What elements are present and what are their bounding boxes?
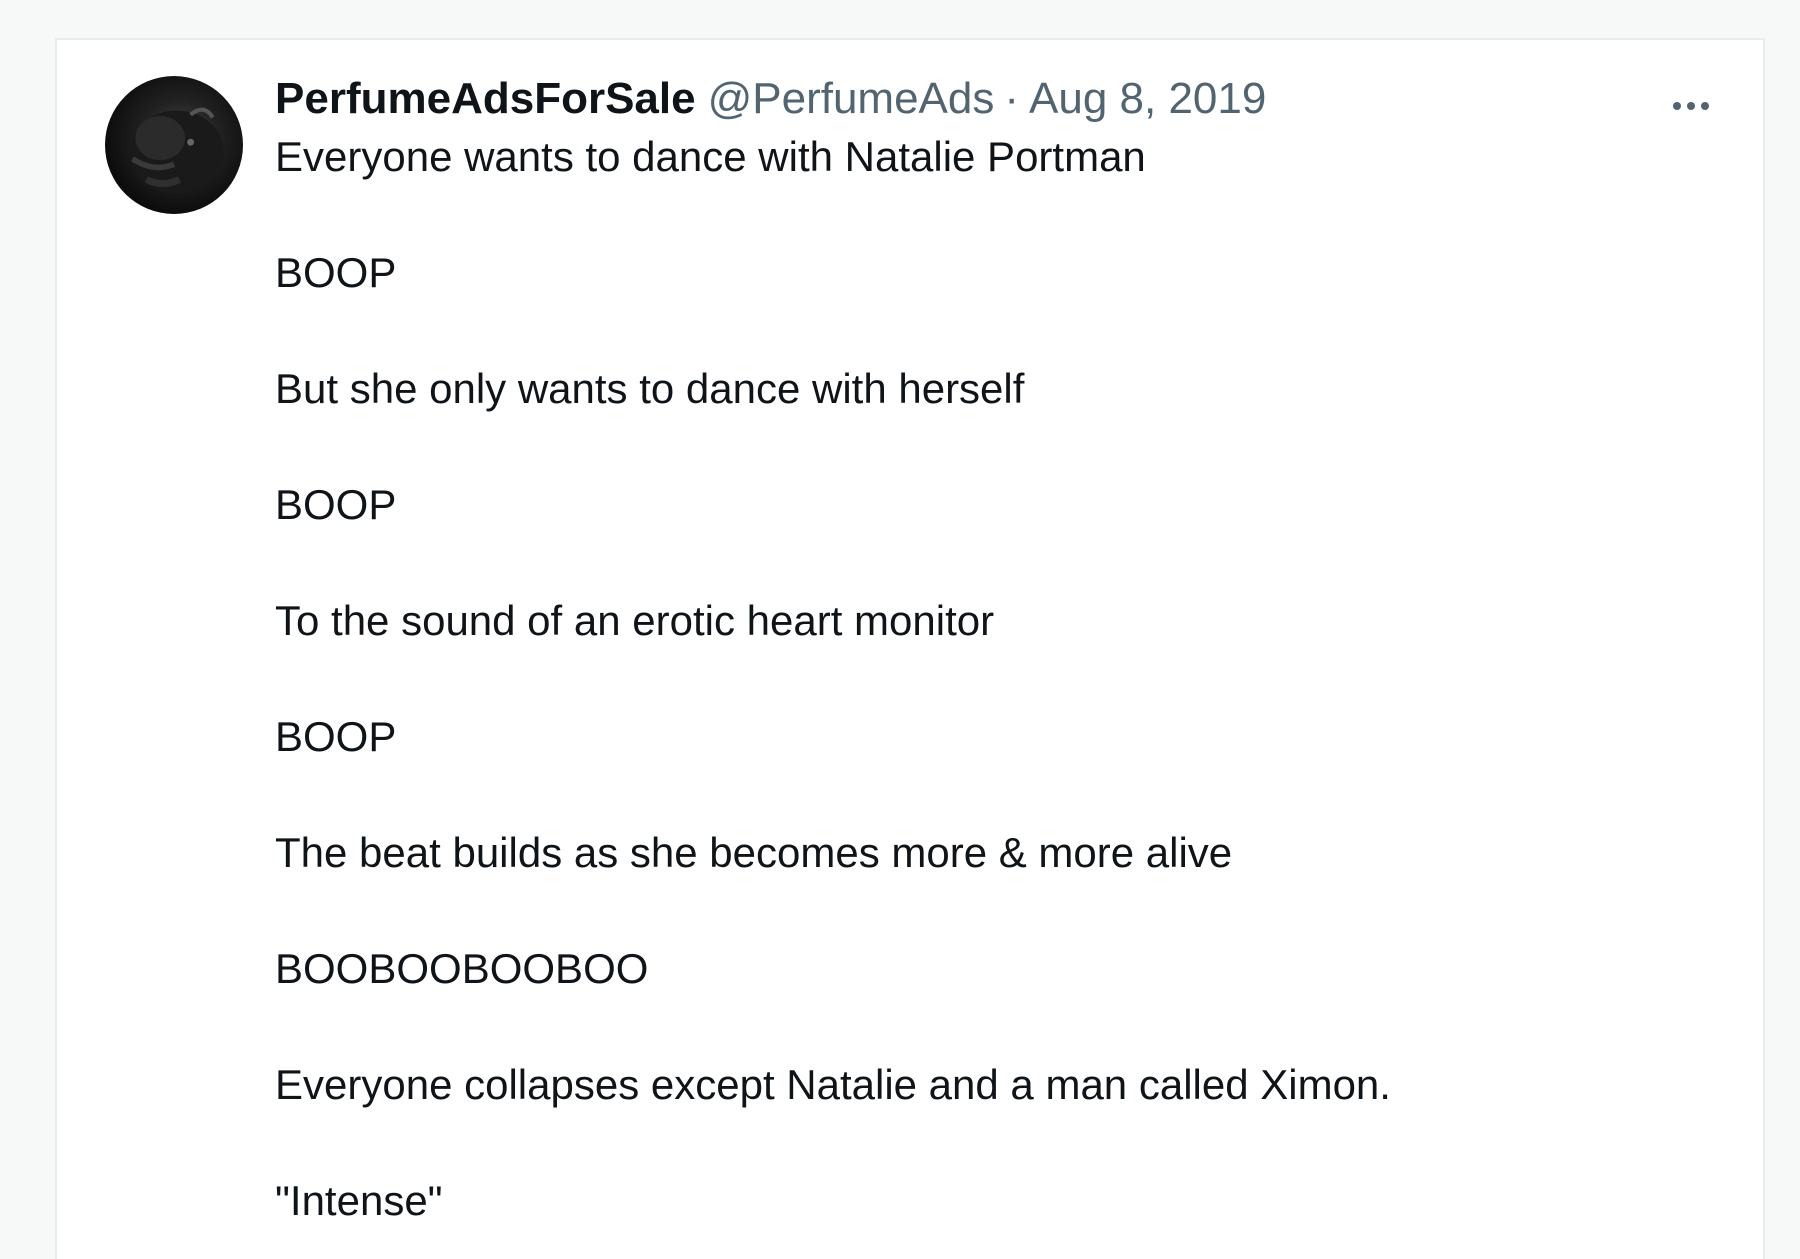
tweet-line: BOOP: [275, 249, 397, 296]
tweet-line: BOOP: [275, 481, 397, 528]
more-horizontal-icon: [1673, 102, 1681, 110]
tweet-line: To the sound of an erotic heart monitor: [275, 597, 995, 644]
tweet-line: BOOP: [275, 713, 397, 760]
tweet-line: Everyone wants to dance with Natalie Por…: [275, 133, 1146, 180]
tweet-line: But she only wants to dance with herself: [275, 365, 1025, 412]
tweet-line: BOOBOOBOOBOO: [275, 945, 649, 992]
bison-icon: [129, 107, 224, 194]
tweet-line: Everyone collapses except Natalie and a …: [275, 1061, 1391, 1108]
tweet-line: The beat builds as she becomes more & mo…: [275, 829, 1233, 876]
display-name[interactable]: PerfumeAdsForSale: [275, 70, 696, 128]
tweet-card[interactable]: PerfumeAdsForSale @PerfumeAds · Aug 8, 2…: [55, 38, 1765, 1259]
avatar[interactable]: [105, 76, 243, 214]
header-separator: ·: [1004, 74, 1020, 123]
tweet-text: Everyone wants to dance with Natalie Por…: [275, 128, 1675, 1230]
page: PerfumeAdsForSale @PerfumeAds · Aug 8, 2…: [0, 0, 1800, 1259]
user-handle[interactable]: @PerfumeAds: [708, 70, 995, 128]
tweet-line: "Intense": [275, 1177, 443, 1224]
more-horizontal-icon: [1687, 102, 1695, 110]
tweet-date[interactable]: Aug 8, 2019: [1029, 70, 1266, 128]
more-options-button[interactable]: [1661, 86, 1721, 126]
tweet-body: PerfumeAdsForSale @PerfumeAds · Aug 8, 2…: [275, 70, 1675, 1259]
tweet-header: PerfumeAdsForSale @PerfumeAds · Aug 8, 2…: [275, 70, 1675, 128]
more-horizontal-icon: [1701, 102, 1709, 110]
